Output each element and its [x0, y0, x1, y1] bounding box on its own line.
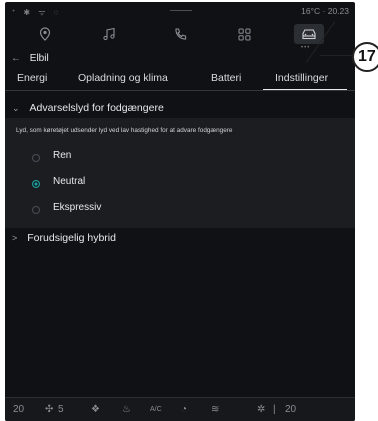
main-nav: ••• [5, 20, 355, 51]
status-divider [170, 10, 192, 11]
pedestrian-warning-section: ⌄ Advarselslyd for fodgængere Lyd, som kø… [5, 98, 355, 228]
tab-energi[interactable]: Energi [17, 72, 47, 84]
rear-defrost-icon[interactable]: ≋ [211, 404, 219, 415]
radio-ren[interactable] [32, 154, 40, 162]
apps-icon[interactable] [232, 24, 256, 44]
airflow-icon[interactable]: ✲ [257, 404, 265, 415]
status-bar: ᐩ ✱ ᯤ ◌ 16°C · 20.23 [5, 2, 355, 20]
radio-neutral[interactable] [32, 180, 40, 188]
predictive-hybrid-row[interactable]: > Forudsigelig hybrid [12, 232, 116, 244]
section-header[interactable]: ⌄ Advarselslyd for fodgængere [12, 102, 164, 114]
tab-opladning-og-klima[interactable]: Opladning og klima [78, 72, 168, 84]
fan-icon[interactable]: ✣ [45, 404, 53, 415]
infotainment-screen: ᐩ ✱ ᯤ ◌ 16°C · 20.23 ••• ← Elbil Energi … [5, 2, 355, 421]
music-icon[interactable] [97, 24, 121, 44]
seat-heat-icon[interactable]: ♨ [122, 404, 131, 415]
radio-ekspressiv[interactable] [32, 206, 40, 214]
tab-bar: Energi Opladning og klima Batteri Indsti… [5, 68, 355, 91]
option-ekspressiv-label[interactable]: Ekspressiv [53, 202, 101, 213]
tabs-divider [5, 90, 355, 91]
chevron-right-icon: > [12, 233, 18, 243]
steering-heat-icon[interactable]: ◔ [181, 404, 187, 415]
divider: | [273, 404, 276, 415]
callout-number-badge: 17 [352, 42, 378, 72]
left-temperature[interactable]: 20 [13, 404, 24, 415]
section-description: Lyd, som køretøjet udsender lyd ved lav … [16, 127, 233, 134]
option-ren-label[interactable]: Ren [53, 150, 71, 161]
right-temperature[interactable]: 20 [285, 404, 296, 415]
phone-icon[interactable] [168, 24, 192, 44]
options-panel: Lyd, som køretøjet udsender lyd ved lav … [5, 118, 355, 228]
predictive-hybrid-label: Forudsigelig hybrid [27, 232, 116, 244]
option-neutral-label[interactable]: Neutral [53, 176, 85, 187]
breadcrumb-title: Elbil [29, 53, 49, 64]
ac-button[interactable]: A/C [150, 406, 162, 413]
status-icons: ᐩ ✱ ᯤ ◌ [12, 8, 62, 17]
more-dots: ••• [301, 45, 311, 51]
back-arrow-icon[interactable]: ← [11, 53, 21, 64]
breadcrumb: ← Elbil [11, 53, 49, 64]
chevron-down-icon: ⌄ [12, 103, 20, 113]
fan-speed[interactable]: 5 [58, 404, 64, 415]
tab-indstillinger[interactable]: Indstillinger [275, 72, 328, 84]
temperature-clock: 16°C · 20.23 [301, 6, 349, 16]
defrost-icon[interactable]: ❖ [91, 404, 100, 415]
climate-bar: 20 ✣ 5 ❖ ♨ A/C ◔ ≋ ✲ | 20 [5, 397, 355, 421]
tab-batteri[interactable]: Batteri [211, 72, 241, 84]
section-title: Advarselslyd for fodgængere [29, 102, 164, 114]
car-icon[interactable] [297, 24, 321, 44]
location-icon[interactable] [33, 24, 57, 44]
